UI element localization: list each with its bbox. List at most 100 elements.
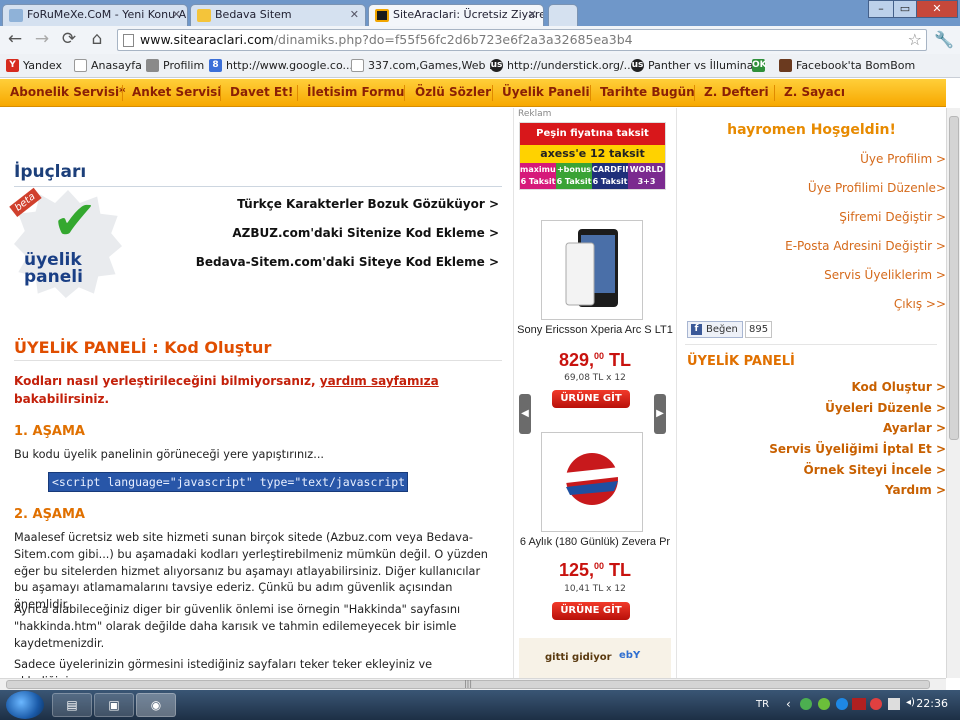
product-image[interactable] <box>541 220 643 320</box>
ad-prev-arrow-icon[interactable]: ◀ <box>519 394 531 434</box>
tray-app-icon[interactable] <box>870 698 882 710</box>
forward-button[interactable]: → <box>31 30 53 50</box>
price-whole: 125, <box>558 560 594 580</box>
bookmark-ok[interactable]: OK <box>752 58 769 74</box>
back-button[interactable]: ← <box>4 30 26 50</box>
link-ornek-site[interactable]: Örnek Siteyi İncele > <box>804 463 946 477</box>
tray-expand-icon[interactable]: ‹ <box>786 697 791 711</box>
link-ayarlar[interactable]: Ayarlar > <box>883 421 946 435</box>
phone-icon <box>565 229 618 307</box>
minimize-button[interactable]: – <box>868 0 894 18</box>
new-tab-button[interactable] <box>548 4 578 26</box>
help-page-link[interactable]: yardım sayfamıza <box>320 374 439 388</box>
forum-favicon-icon <box>9 9 23 22</box>
tab-forumexe[interactable]: FoRuMeXe.CoM - Yeni Konu A ✕ <box>2 4 188 26</box>
wrench-menu-icon[interactable]: 🔧 <box>934 30 954 49</box>
link-kod-olustur[interactable]: Kod Oluştur > <box>851 380 946 394</box>
link-sifremi-degistir[interactable]: Şifremi Değiştir > <box>839 210 946 224</box>
bookmark-profilim[interactable]: Profilim <box>146 58 204 74</box>
nav-davet-et[interactable]: Davet Et! <box>230 79 293 107</box>
window-app-icon[interactable]: ▣ <box>94 693 134 717</box>
gittigidiyor-ebay-footer[interactable]: gitti gidiyor ebY <box>519 638 671 680</box>
volume-icon[interactable]: ◂) <box>906 697 915 708</box>
link-uye-profilimi-duzenle[interactable]: Üye Profilimi Düzenle> <box>808 181 946 195</box>
nav-separator <box>590 85 591 101</box>
nav-uyelik-paneli[interactable]: Üyelik Paneli <box>502 79 590 107</box>
link-servis-uyeliklerim[interactable]: Servis Üyeliklerim > <box>824 268 946 282</box>
close-tab-icon[interactable]: ✕ <box>350 5 359 25</box>
tip-link-bedava-sitem[interactable]: Bedava-Sitem.com'daki Siteye Kod Ekleme … <box>196 255 499 269</box>
go-to-product-button[interactable]: ÜRÜNE GİT <box>552 390 630 408</box>
network-icon[interactable] <box>888 698 900 710</box>
nav-z-defteri[interactable]: Z. Defteri <box>704 79 769 107</box>
nav-tarihte-bugun[interactable]: Tarihte Bugün <box>600 79 695 107</box>
link-servis-iptal[interactable]: Servis Üyeliğimi İptal Et > <box>769 442 946 456</box>
horizontal-scrollbar[interactable]: ||| <box>0 678 946 690</box>
nav-separator <box>220 85 221 101</box>
link-uyeleri-duzenle[interactable]: Üyeleri Düzenle > <box>825 401 946 415</box>
bookmark-anasayfa[interactable]: Anasayfa <box>74 58 142 74</box>
bookmark-star-icon[interactable]: ☆ <box>908 30 922 50</box>
nav-iletisim-formu[interactable]: İletisim Formu <box>307 79 404 107</box>
nav-ozlu-sozler[interactable]: Özlü Sözler <box>415 79 491 107</box>
nav-z-sayaci[interactable]: Z. Sayacı <box>784 79 845 107</box>
bookmark-yandex[interactable]: Y Yandex <box>6 58 62 74</box>
start-button[interactable] <box>6 691 44 719</box>
close-window-button[interactable]: ✕ <box>916 0 958 18</box>
reload-button[interactable]: ⟳ <box>58 30 80 50</box>
sitearaclari-favicon-icon <box>375 9 389 22</box>
address-bar[interactable]: www.sitearaclari.com/dinamiks.php?do=f55… <box>117 29 927 51</box>
code-input[interactable]: <script language="javascript" type="text… <box>48 472 408 492</box>
bookmark-google[interactable]: 8 http://www.google.co... <box>209 58 353 74</box>
ad-column: Reklam Peşin fiyatına taksit fırsatları!… <box>513 108 677 690</box>
tab-sitearaclari[interactable]: SiteAraclari: Ücretsiz Ziyaretç ✕ <box>368 4 544 26</box>
ebay-logo: ebY <box>619 650 641 661</box>
chrome-icon[interactable]: ◉ <box>136 693 176 717</box>
scrollbar-thumb[interactable]: ||| <box>6 680 930 689</box>
vertical-scrollbar[interactable] <box>946 108 960 678</box>
axess-ad-banner[interactable]: Peşin fiyatına taksit fırsatları! axess'… <box>519 122 666 198</box>
step-1-title: 1. AŞAMA <box>14 424 85 439</box>
tray-app-icon[interactable] <box>800 698 812 710</box>
logo-line-2: paneli <box>24 267 83 287</box>
tip-link-azbuz[interactable]: AZBUZ.com'daki Sitenize Kod Ekleme > <box>232 226 499 240</box>
language-indicator[interactable]: TR <box>756 699 769 710</box>
card-maximum: maximum 6 Taksit <box>520 163 564 189</box>
ad-next-arrow-icon[interactable]: ▶ <box>654 394 666 434</box>
nav-anket-servisi[interactable]: Anket Servisi <box>132 79 221 107</box>
tip-link-turkce-karakterler[interactable]: Türkçe Karakterler Bozuk Gözüküyor > <box>237 197 499 211</box>
tray-app-icon[interactable] <box>836 698 848 710</box>
explorer-icon[interactable]: ▤ <box>52 693 92 717</box>
bookmark-panther[interactable]: us Panther vs İlluminati <box>631 58 761 74</box>
link-yardim[interactable]: Yardım > <box>885 483 946 497</box>
gittigidiyor-logo: gitti gidiyor <box>545 652 612 663</box>
facebook-like-button[interactable]: f Beğen <box>687 321 743 338</box>
nav-abonelik-servisi[interactable]: Abonelik Servisi* <box>10 79 125 107</box>
bookmarks-bar: Y Yandex Anasayfa Profilim 8 http://www.go… <box>0 54 960 78</box>
clock[interactable]: 22:36 <box>916 697 948 710</box>
bookmark-337-games[interactable]: 337.com,Games,Web ... <box>351 58 499 74</box>
close-tab-icon[interactable]: ✕ <box>172 5 181 25</box>
tray-app-icon[interactable] <box>818 698 830 710</box>
product-image[interactable] <box>541 432 643 532</box>
yandex-icon: Y <box>6 59 19 72</box>
card-bonus: +bonus 6 Taksit <box>556 163 592 189</box>
price-currency: TL <box>609 350 632 370</box>
scrollbar-thumb[interactable] <box>949 116 959 440</box>
tray-app-icon[interactable] <box>852 698 866 710</box>
tab-bedava-sitem[interactable]: Bedava Sitem ✕ <box>190 4 366 26</box>
maximize-button[interactable]: ▭ <box>893 0 917 18</box>
link-cikis[interactable]: Çıkış >> <box>894 297 946 311</box>
link-uye-profilim[interactable]: Üye Profilim > <box>860 152 946 166</box>
bookmark-label: 337.com,Games,Web ... <box>368 59 500 72</box>
link-eposta-degistir[interactable]: E-Posta Adresini Değiştir > <box>785 239 946 253</box>
go-to-product-button[interactable]: ÜRÜNE GİT <box>552 602 630 620</box>
home-button[interactable]: ⌂ <box>86 30 108 50</box>
close-tab-icon[interactable]: ✕ <box>528 5 537 25</box>
bookmark-label: Panther vs İlluminati <box>648 59 761 72</box>
price-cents: 00 <box>594 351 605 361</box>
bookmark-understick[interactable]: us http://understick.org/... <box>490 58 634 74</box>
bookmark-facebook-bombom[interactable]: Facebook'ta BomBom <box>779 58 915 74</box>
checkmark-icon: ✔ <box>52 189 98 252</box>
welcome-message: hayromen Hoşgeldin! <box>727 122 896 138</box>
